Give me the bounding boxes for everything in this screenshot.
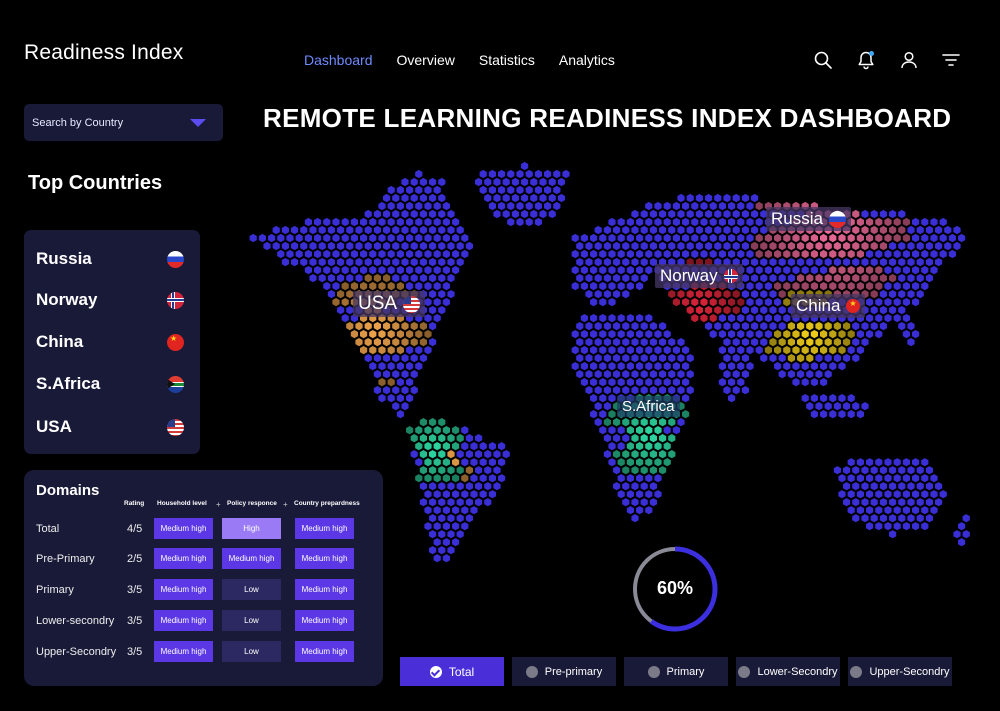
domain-policy-pill[interactable]: Low	[222, 579, 281, 600]
domain-row-label: Lower-secondry	[36, 615, 115, 627]
country-item-russia[interactable]: Russia	[36, 247, 184, 271]
domain-row-label: Total	[36, 523, 60, 535]
radio-icon	[850, 665, 863, 678]
domains-title: Domains	[36, 482, 100, 499]
usa-flag-icon	[403, 295, 421, 313]
norway-flag-icon	[723, 269, 738, 283]
app-title: Readiness Index	[24, 41, 184, 64]
map-label-text: Norway	[660, 266, 718, 285]
country-name: Norway	[36, 290, 98, 309]
chevron-down-icon	[190, 118, 206, 127]
filter-pre-primary[interactable]: Pre-primary	[512, 657, 616, 686]
domain-row-label: Primary	[36, 584, 74, 596]
country-name: Russia	[36, 249, 92, 268]
gauge-value: 60%	[656, 578, 694, 598]
domain-row-rating: 2/5	[127, 553, 143, 565]
col-header-household: Household level	[157, 500, 207, 507]
country-item-norway[interactable]: Norway	[36, 288, 184, 312]
domain-household-pill[interactable]: Medium high	[154, 548, 213, 569]
search-label: Search by Country	[32, 116, 124, 129]
filter-label: Pre-primary	[544, 665, 603, 678]
map-label-russia[interactable]: Russia	[766, 207, 851, 231]
country-item-china[interactable]: China	[36, 330, 184, 354]
filter-lower-secondary[interactable]: Lower-Secondry	[736, 657, 840, 686]
filter-primary[interactable]: Primary	[624, 657, 728, 686]
map-label-text: Russia	[771, 209, 823, 228]
domain-policy-pill[interactable]: Low	[222, 641, 281, 662]
user-icon[interactable]	[899, 50, 919, 70]
page-title: REMOTE LEARNING READINESS INDEX DASHBOAR…	[263, 103, 952, 133]
domain-country-pill[interactable]: Medium high	[295, 610, 354, 631]
domain-row-rating: 3/5	[127, 646, 143, 658]
russia-flag-icon	[167, 250, 184, 268]
map-label-norway[interactable]: Norway	[655, 264, 743, 288]
nav-statistics[interactable]: Statistics	[479, 52, 535, 68]
radio-icon	[738, 665, 751, 678]
domain-row-label: Upper-Secondry	[36, 646, 117, 658]
domain-row-rating: 3/5	[127, 615, 143, 627]
country-item-safrica[interactable]: S.Africa	[36, 372, 184, 396]
map-label-text: USA	[358, 293, 398, 314]
col-header-rating: Rating	[124, 500, 145, 507]
domain-country-pill[interactable]: Medium high	[295, 641, 354, 662]
domain-household-pill[interactable]: Medium high	[154, 579, 213, 600]
south-africa-flag-icon	[167, 375, 184, 393]
check-circle-icon	[429, 665, 442, 678]
usa-flag-icon	[167, 418, 184, 436]
china-flag-icon	[167, 333, 184, 351]
nav-dashboard[interactable]: Dashboard	[304, 52, 373, 68]
domain-policy-pill[interactable]: Low	[222, 610, 281, 631]
domain-household-pill[interactable]: Medium high	[154, 641, 213, 662]
top-countries-card: Russia Norway China S.Africa USA	[24, 230, 200, 454]
search-icon[interactable]	[813, 50, 833, 70]
filter-upper-secondary[interactable]: Upper-Secondry	[848, 657, 952, 686]
country-name: S.Africa	[36, 374, 101, 393]
country-name: USA	[36, 417, 72, 436]
map-label-text: China	[796, 296, 841, 315]
filter-label: Total	[448, 664, 475, 679]
domain-household-pill[interactable]: Medium high	[154, 610, 213, 631]
nav-overview[interactable]: Overview	[397, 52, 455, 68]
domain-row-rating: 4/5	[127, 523, 143, 535]
nav-analytics[interactable]: Analytics	[559, 52, 615, 68]
main-nav: Dashboard Overview Statistics Analytics	[304, 52, 615, 68]
country-name: China	[36, 332, 84, 351]
world-hex-map	[249, 161, 970, 563]
filter-total[interactable]: Total	[400, 657, 504, 686]
filter-label: Lower-Secondry	[757, 665, 838, 678]
country-search-dropdown[interactable]: Search by Country	[24, 104, 223, 141]
radio-icon	[525, 665, 538, 678]
china-flag-icon	[846, 299, 861, 313]
domain-country-pill[interactable]: Medium high	[295, 579, 354, 600]
top-countries-title: Top Countries	[28, 172, 163, 194]
plus-icon: +	[216, 500, 221, 509]
map-label-china[interactable]: China	[791, 294, 866, 318]
notification-dot	[869, 51, 874, 56]
russia-flag-icon	[828, 210, 846, 228]
norway-flag-icon	[167, 291, 184, 309]
map-label-safrica[interactable]: S.Africa	[617, 396, 680, 417]
domain-row-rating: 3/5	[127, 584, 143, 596]
radio-icon	[647, 665, 660, 678]
country-item-usa[interactable]: USA	[36, 415, 184, 439]
filter-label: Primary	[666, 665, 705, 678]
domain-household-pill[interactable]: Medium high	[154, 518, 213, 539]
map-label-usa[interactable]: USA	[353, 291, 426, 317]
domain-row-label: Pre-Primary	[36, 553, 95, 565]
filter-icon[interactable]	[941, 50, 961, 70]
filter-label: Upper-Secondry	[869, 665, 950, 678]
map-label-text: S.Africa	[622, 398, 675, 415]
bell-icon[interactable]	[856, 50, 876, 70]
